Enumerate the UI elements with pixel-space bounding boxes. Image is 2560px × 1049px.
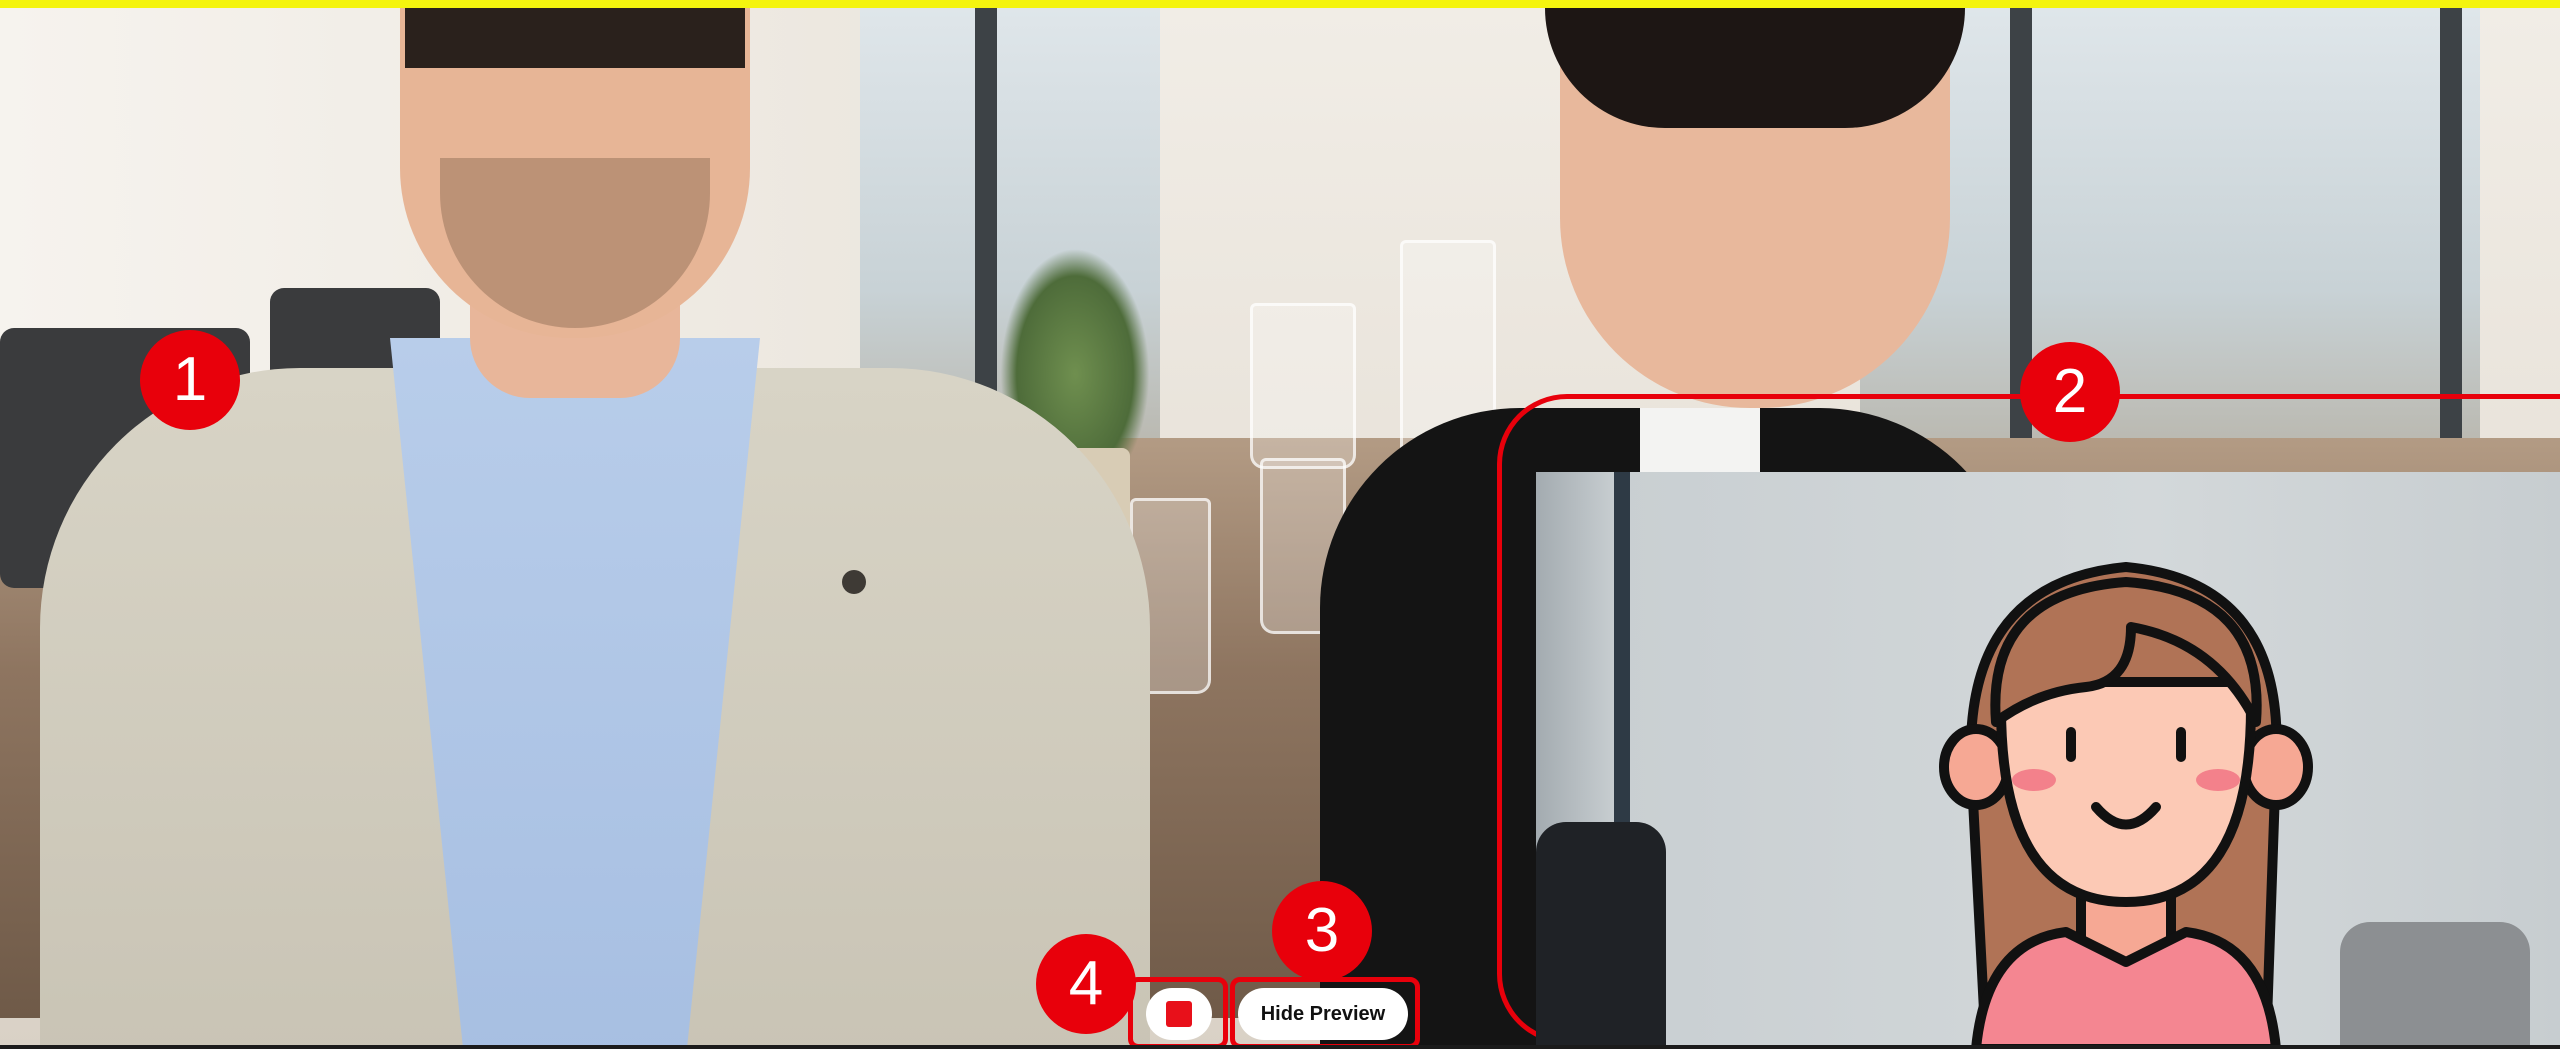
glass-vase <box>1250 303 1356 469</box>
annotation-badge-2: 2 <box>2020 342 2120 442</box>
annotation-badge-3: 3 <box>1272 881 1372 981</box>
self-view-preview[interactable] <box>1536 472 2560 1049</box>
chair-back <box>2340 922 2530 1049</box>
annotation-badge-4: 4 <box>1036 934 1136 1034</box>
jacket-button <box>842 570 866 594</box>
bottom-edge <box>0 1045 2560 1049</box>
hide-preview-button[interactable]: Hide Preview <box>1238 988 1408 1040</box>
annotation-badge-1: 1 <box>140 330 240 430</box>
presenter-left-hair <box>405 8 745 68</box>
presenter-right-hair <box>1545 8 1965 128</box>
top-highlight-bar <box>0 0 2560 8</box>
stop-recording-button[interactable] <box>1146 988 1212 1040</box>
girl-avatar-icon <box>1939 562 2313 1049</box>
hanging-coat <box>1536 822 1666 1049</box>
stop-square-icon <box>1166 1001 1192 1027</box>
